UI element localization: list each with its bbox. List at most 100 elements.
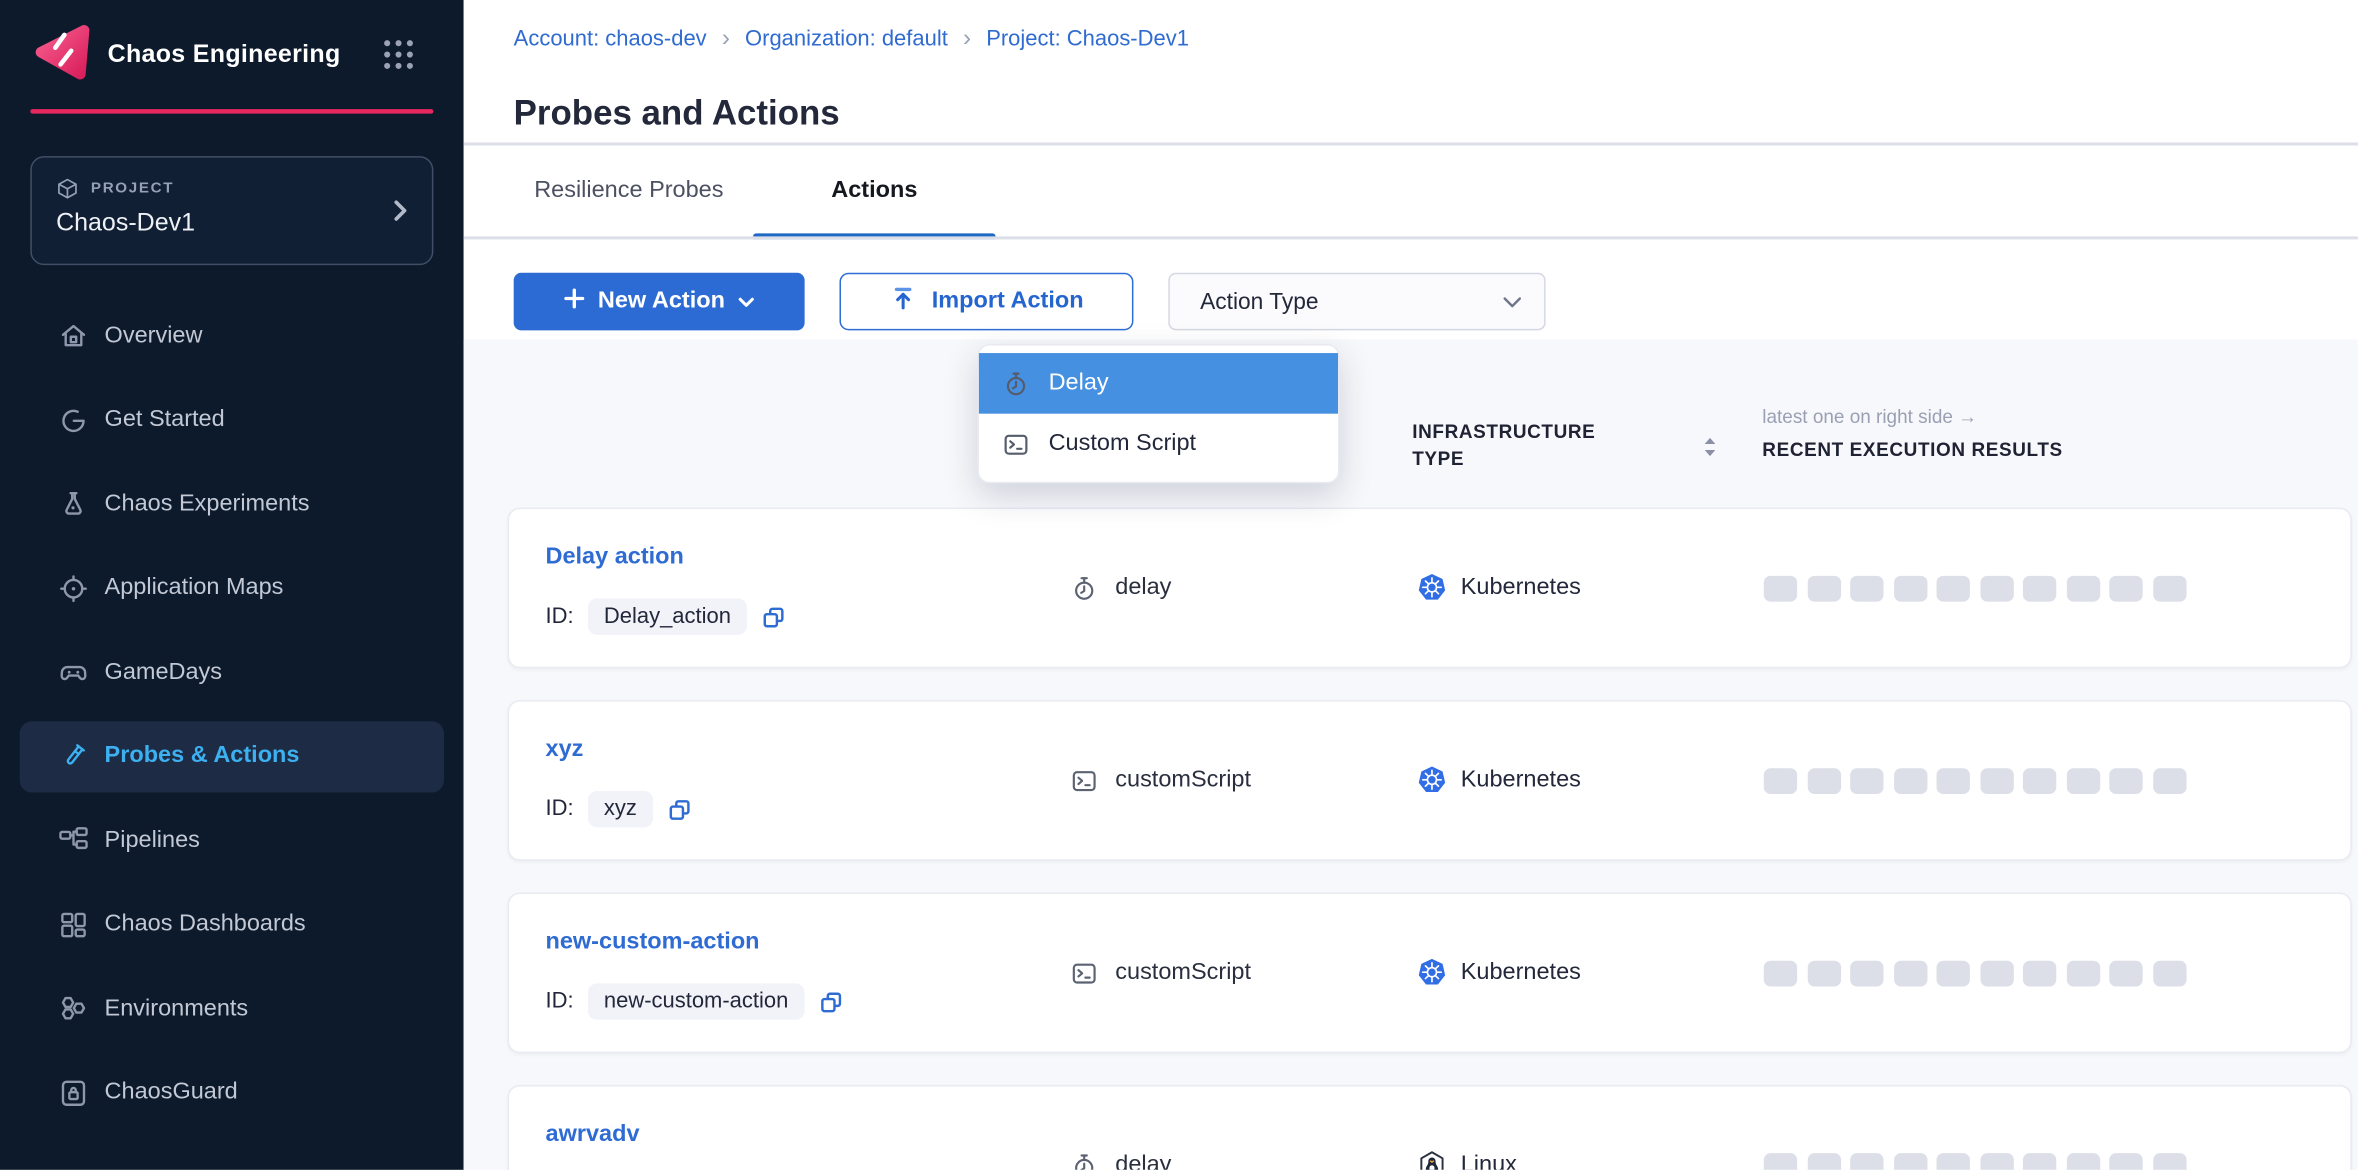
project-cube-icon xyxy=(56,177,79,200)
execution-result-placeholder xyxy=(1764,960,1797,986)
action-name-link[interactable]: Delay action xyxy=(546,544,684,571)
execution-result-placeholder xyxy=(2066,767,2099,793)
project-name: Chaos-Dev1 xyxy=(56,209,432,238)
dashboards-icon xyxy=(58,909,90,941)
action-row-xyz: xyzID:xyzcustomScriptKubernetes xyxy=(508,700,2352,861)
action-id-value: new-custom-action xyxy=(587,983,805,1019)
flask-icon xyxy=(58,488,90,520)
menu-item-label: Delay xyxy=(1049,370,1109,397)
execution-result-placeholder xyxy=(1807,960,1840,986)
chevron-right-icon xyxy=(386,197,413,224)
plus-icon xyxy=(563,287,584,316)
brand-divider xyxy=(30,109,433,114)
sidebar-item-overview[interactable]: Overview xyxy=(0,294,464,378)
execution-result-placeholder xyxy=(1980,960,2013,986)
sidebar-item-label: Probes & Actions xyxy=(105,743,300,770)
app-root: Chaos Engineering PROJECT Chaos-Dev1 xyxy=(0,0,2376,1170)
sidebar-item-gamedays[interactable]: GameDays xyxy=(0,630,464,714)
copy-icon[interactable] xyxy=(819,989,845,1015)
recent-execution-results-cell xyxy=(1764,702,2186,860)
breadcrumb-link-1[interactable]: Account: chaos-dev xyxy=(514,27,707,51)
sidebar-item-get-started[interactable]: Get Started xyxy=(0,378,464,462)
execution-result-placeholder xyxy=(2109,960,2142,986)
infrastructure-type-value: Kubernetes xyxy=(1461,767,1581,794)
execution-result-placeholder xyxy=(2109,767,2142,793)
column-header-infrastructure-type[interactable]: INFRASTRUCTURE TYPE xyxy=(1412,418,1639,473)
linux-icon xyxy=(1417,1150,1447,1170)
action-name-link[interactable]: xyz xyxy=(546,736,584,763)
shield-lock-icon xyxy=(58,1077,90,1109)
action-type-filter[interactable]: Action Type xyxy=(1168,273,1545,331)
test-tube-icon xyxy=(58,741,90,773)
tabs-divider xyxy=(464,236,2358,239)
action-row-delay-action: Delay actionID:Delay_actiondelayKubernet… xyxy=(508,508,2352,669)
import-action-label: Import Action xyxy=(932,288,1084,315)
apps-grid-icon[interactable] xyxy=(382,38,415,71)
new-action-button[interactable]: New Action xyxy=(514,273,805,331)
kubernetes-icon xyxy=(1417,573,1447,603)
execution-result-placeholder xyxy=(1807,1152,1840,1169)
execution-result-placeholder xyxy=(1937,1152,1970,1169)
action-type-value: delay xyxy=(1115,1152,1171,1170)
action-type-value: delay xyxy=(1115,574,1171,601)
sidebar-item-probes-actions[interactable]: Probes & Actions xyxy=(0,714,464,798)
tab-resilience-probes[interactable]: Resilience Probes xyxy=(514,145,744,236)
execution-result-placeholder xyxy=(1893,575,1926,601)
breadcrumb-separator-icon: › xyxy=(722,27,730,51)
sidebar-item-label: GameDays xyxy=(105,659,222,686)
target-icon xyxy=(58,572,90,604)
action-name-link[interactable]: awrvadv xyxy=(546,1121,640,1148)
sidebar-item-label: Chaos Dashboards xyxy=(105,911,306,938)
execution-result-placeholder xyxy=(2152,575,2185,601)
stopwatch-icon xyxy=(1070,574,1099,603)
sidebar-item-chaosguard[interactable]: ChaosGuard xyxy=(0,1051,464,1135)
recent-execution-results-cell xyxy=(1764,894,2186,1052)
main-area: Account: chaos-dev › Organization: default… xyxy=(464,0,2358,1170)
actions-table: TYPE INFRASTRUCTURE TYPE latest one on r… xyxy=(464,339,2358,1169)
execution-result-placeholder xyxy=(1937,767,1970,793)
sidebar: Chaos Engineering PROJECT Chaos-Dev1 xyxy=(0,0,464,1170)
execution-result-placeholder xyxy=(1764,575,1797,601)
action-name-link[interactable]: new-custom-action xyxy=(546,929,760,956)
table-body: Delay actionID:Delay_actiondelayKubernet… xyxy=(508,508,2352,1170)
harness-chaos-logo xyxy=(33,23,94,84)
action-type-cell: delay xyxy=(1070,509,1172,667)
sort-icon[interactable] xyxy=(1703,436,1717,457)
action-type-value: customScript xyxy=(1115,767,1251,794)
execution-result-placeholder xyxy=(2066,575,2099,601)
infrastructure-type-cell: Kubernetes xyxy=(1417,702,1581,860)
import-action-button[interactable]: Import Action xyxy=(839,273,1133,331)
execution-result-placeholder xyxy=(1807,575,1840,601)
id-prefix-label: ID: xyxy=(546,605,574,629)
execution-result-placeholder xyxy=(1893,767,1926,793)
execution-result-placeholder xyxy=(2152,960,2185,986)
execution-result-placeholder xyxy=(2023,767,2056,793)
breadcrumb-link-2[interactable]: Organization: default xyxy=(745,27,948,51)
id-prefix-label: ID: xyxy=(546,797,574,821)
execution-result-placeholder xyxy=(1980,1152,2013,1169)
breadcrumb-link-3[interactable]: Project: Chaos-Dev1 xyxy=(986,27,1189,51)
execution-result-placeholder xyxy=(1937,960,1970,986)
infrastructure-type-value: Kubernetes xyxy=(1461,574,1581,601)
menu-item-custom-script[interactable]: Custom Script xyxy=(979,414,1338,475)
chevron-down-icon xyxy=(739,288,756,315)
sidebar-item-chaos-experiments[interactable]: Chaos Experiments xyxy=(0,462,464,546)
infrastructure-type-cell: Kubernetes xyxy=(1417,894,1581,1052)
execution-result-placeholder xyxy=(1850,960,1883,986)
infrastructure-type-value: Kubernetes xyxy=(1461,959,1581,986)
copy-icon[interactable] xyxy=(761,604,787,630)
tab-actions[interactable]: Actions xyxy=(753,145,995,236)
sidebar-item-environments[interactable]: Environments xyxy=(0,967,464,1051)
menu-item-delay[interactable]: Delay xyxy=(979,353,1338,414)
terminal-icon xyxy=(1070,766,1099,795)
sidebar-item-chaos-dashboards[interactable]: Chaos Dashboards xyxy=(0,883,464,967)
project-selector[interactable]: PROJECT Chaos-Dev1 xyxy=(30,156,433,265)
action-type-cell: delay xyxy=(1070,1086,1172,1169)
copy-icon[interactable] xyxy=(667,796,693,822)
sidebar-item-label: Overview xyxy=(105,322,203,349)
kubernetes-icon xyxy=(1417,765,1447,795)
execution-result-placeholder xyxy=(1850,575,1883,601)
sidebar-item-application-maps[interactable]: Application Maps xyxy=(0,546,464,630)
new-action-dropdown-menu: Delay Custom Script xyxy=(977,344,1339,483)
sidebar-item-pipelines[interactable]: Pipelines xyxy=(0,799,464,883)
